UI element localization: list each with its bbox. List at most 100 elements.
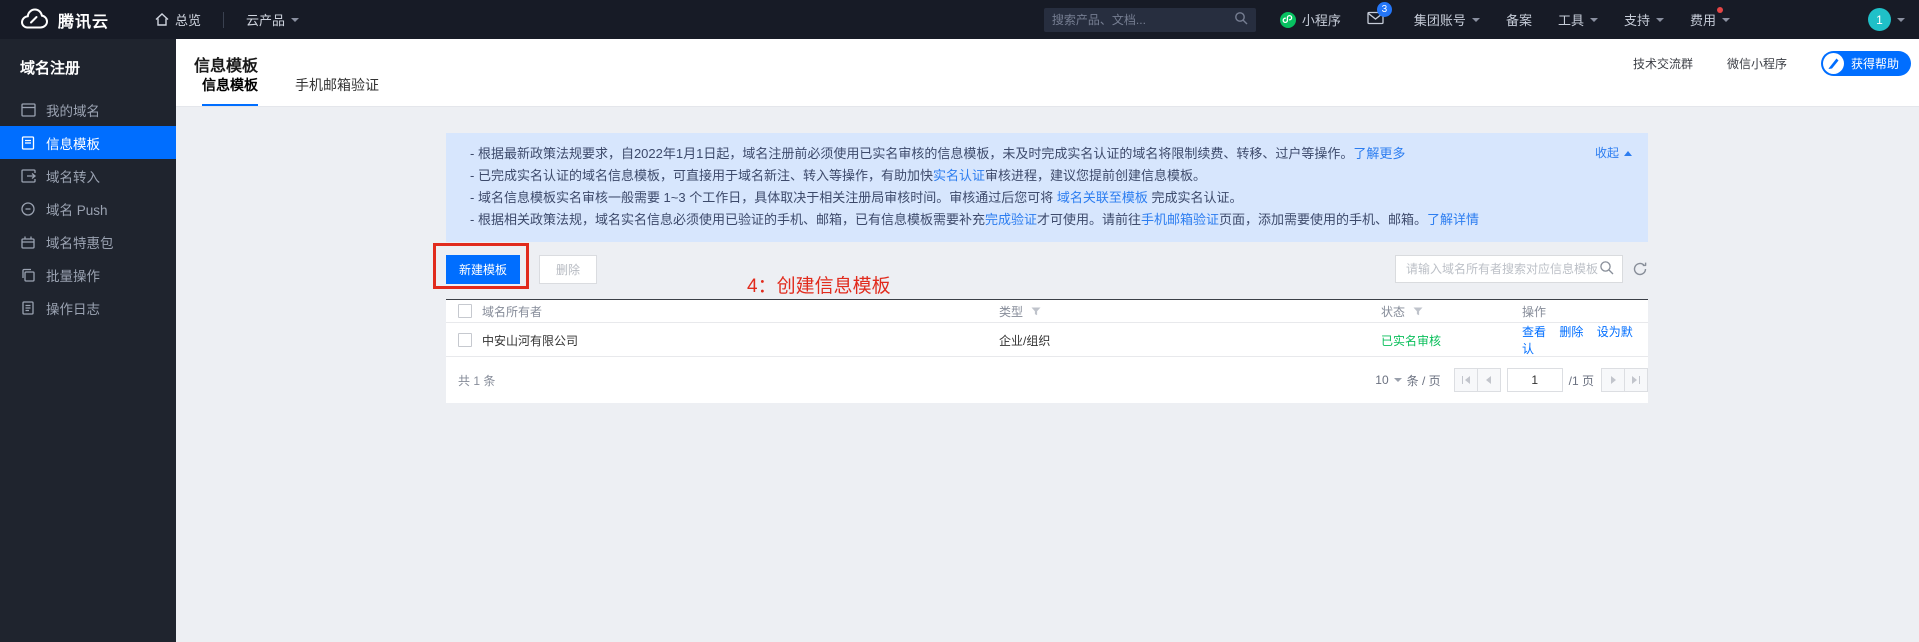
nav-divider xyxy=(223,12,224,28)
refresh-icon[interactable] xyxy=(1632,261,1648,277)
tab-phone-email-verify[interactable]: 手机邮箱验证 xyxy=(295,75,379,106)
phone-email-verify-link[interactable]: 手机邮箱验证 xyxy=(1141,212,1219,227)
page-title: 信息模板 xyxy=(194,52,258,76)
page-size-select[interactable]: 10 条 / 页 xyxy=(1375,372,1440,389)
nav-tools[interactable]: 工具 xyxy=(1558,10,1598,29)
sidebar-item-info-template[interactable]: 信息模板 xyxy=(0,126,176,159)
row-checkbox[interactable] xyxy=(458,333,472,347)
nav-billing[interactable]: 费用 xyxy=(1690,10,1730,29)
cloud-logo-icon xyxy=(20,8,50,32)
sidebar-item-domain-transfer-in[interactable]: 域名转入 xyxy=(0,159,176,192)
next-page-button[interactable] xyxy=(1601,368,1625,392)
filter-icon[interactable] xyxy=(1413,307,1423,316)
next-page-icon xyxy=(1611,376,1616,384)
compass-pen-icon xyxy=(1823,53,1844,74)
sidebar-item-domain-package[interactable]: 域名特惠包 xyxy=(0,225,176,258)
first-page-button[interactable] xyxy=(1454,368,1478,392)
stacked-copies-icon xyxy=(20,267,36,283)
col-owner: 域名所有者 xyxy=(482,303,542,320)
nav-beian[interactable]: 备案 xyxy=(1506,10,1532,29)
associate-template-link[interactable]: 域名关联至模板 xyxy=(1057,190,1148,205)
tencent-cloud-logo[interactable]: 腾讯云 xyxy=(20,8,109,32)
notice-line: - 根据相关政策法规，域名实名信息必须使用已验证的手机、邮箱，已有信息模板需要补… xyxy=(470,209,1624,231)
sidebar-item-domain-push[interactable]: 域名 Push xyxy=(0,192,176,225)
nav-support[interactable]: 支持 xyxy=(1624,10,1664,29)
owner-search-input[interactable] xyxy=(1406,262,1599,276)
collapse-notice-button[interactable]: 收起 xyxy=(1595,142,1632,164)
chevron-down-icon xyxy=(1394,378,1402,382)
nav-group-account[interactable]: 集团账号 xyxy=(1414,10,1480,29)
browser-window-icon xyxy=(20,102,36,118)
template-type: 企业/组织 xyxy=(999,332,1381,349)
chevron-down-icon xyxy=(1590,18,1598,22)
chevron-down-icon xyxy=(1472,18,1480,22)
nav-overview[interactable]: 总览 xyxy=(155,10,201,29)
nav-account[interactable]: 1 xyxy=(1868,8,1905,31)
nav-messages[interactable]: 3 xyxy=(1367,11,1384,28)
template-table: 域名所有者 类型 状态 操作 xyxy=(446,299,1648,403)
chevron-down-icon xyxy=(291,18,299,22)
notice-line: - 已完成实名认证的域名信息模板，可直接用于域名新注、转入等操作，有助加快实名认… xyxy=(470,165,1624,187)
transfer-in-icon xyxy=(20,168,36,184)
sidebar-item-operation-log[interactable]: 操作日志 xyxy=(0,291,176,324)
learn-more-link[interactable]: 了解更多 xyxy=(1353,146,1405,161)
pagination: 共 1 条 10 条 / 页 /1 页 xyxy=(446,357,1648,403)
chevron-down-icon xyxy=(1897,18,1905,22)
wechat-miniprogram-link[interactable]: 微信小程序 xyxy=(1727,55,1787,72)
table-toolbar: 新建模板 删除 xyxy=(446,254,1648,284)
notification-dot xyxy=(1717,7,1723,13)
tech-group-link[interactable]: 技术交流群 xyxy=(1633,55,1693,72)
top-nav: 腾讯云 总览 云产品 xyxy=(0,0,1919,39)
prev-page-icon xyxy=(1486,376,1491,384)
realname-auth-link[interactable]: 实名认证 xyxy=(933,168,985,183)
sidebar: 域名注册 我的域名 信息模板 xyxy=(0,39,176,642)
total-count: 共 1 条 xyxy=(458,372,495,389)
tab-info-template[interactable]: 信息模板 xyxy=(202,75,258,106)
col-type: 类型 xyxy=(999,305,1023,319)
page-number-input[interactable] xyxy=(1507,368,1563,392)
view-link[interactable]: 查看 xyxy=(1522,325,1546,339)
search-icon[interactable] xyxy=(1234,11,1248,28)
policy-notice-banner: - 根据最新政策法规要求，自2022年1月1日起，域名注册前必须使用已实名审核的… xyxy=(446,133,1648,242)
nav-cloud-products[interactable]: 云产品 xyxy=(246,10,299,29)
create-template-button[interactable]: 新建模板 xyxy=(446,255,520,284)
avatar[interactable]: 1 xyxy=(1868,8,1891,31)
owner-search-box[interactable] xyxy=(1395,255,1623,283)
prev-page-button[interactable] xyxy=(1477,368,1501,392)
learn-detail-link[interactable]: 了解详情 xyxy=(1427,212,1479,227)
nav-miniprogram[interactable]: 小程序 xyxy=(1280,10,1341,29)
complete-verify-link[interactable]: 完成验证 xyxy=(985,212,1037,227)
select-all-checkbox[interactable] xyxy=(458,304,472,318)
search-icon[interactable] xyxy=(1599,260,1614,278)
status-badge: 已实名审核 xyxy=(1381,332,1522,349)
table-header-row: 域名所有者 类型 状态 操作 xyxy=(446,300,1648,323)
last-page-button[interactable] xyxy=(1624,368,1648,392)
filter-icon[interactable] xyxy=(1031,307,1041,316)
col-actions: 操作 xyxy=(1522,303,1648,320)
home-icon xyxy=(155,13,169,26)
get-help-button[interactable]: 获得帮助 xyxy=(1821,51,1911,76)
delete-button[interactable]: 删除 xyxy=(539,255,597,284)
global-search-input[interactable] xyxy=(1052,13,1234,27)
page-header: 信息模板 技术交流群 微信小程序 获得帮助 信息模板 手机邮箱验证 xyxy=(176,39,1919,107)
document-icon xyxy=(20,135,36,151)
chevron-down-icon xyxy=(1656,18,1664,22)
owner-name: 中安山河有限公司 xyxy=(482,332,578,349)
message-count-badge: 3 xyxy=(1377,2,1392,17)
sidebar-title: 域名注册 xyxy=(0,39,176,79)
sidebar-item-batch-operations[interactable]: 批量操作 xyxy=(0,258,176,291)
miniprogram-icon xyxy=(1280,12,1296,28)
first-page-icon xyxy=(1465,376,1470,384)
last-page-icon xyxy=(1632,376,1637,384)
col-status: 状态 xyxy=(1381,305,1405,319)
main-content: - 根据最新政策法规要求，自2022年1月1日起，域名注册前必须使用已实名审核的… xyxy=(176,107,1919,642)
notice-line: - 根据最新政策法规要求，自2022年1月1日起，域名注册前必须使用已实名审核的… xyxy=(470,143,1624,165)
gift-box-icon xyxy=(20,234,36,250)
delete-link[interactable]: 删除 xyxy=(1559,325,1583,339)
global-search-box[interactable] xyxy=(1044,8,1256,32)
chevron-down-icon xyxy=(1722,18,1730,22)
circle-minus-icon xyxy=(20,201,36,217)
sidebar-item-my-domains[interactable]: 我的域名 xyxy=(0,93,176,126)
log-file-icon xyxy=(20,300,36,316)
table-row: 中安山河有限公司 企业/组织 已实名审核 查看 删除 设为默认 xyxy=(446,323,1648,357)
